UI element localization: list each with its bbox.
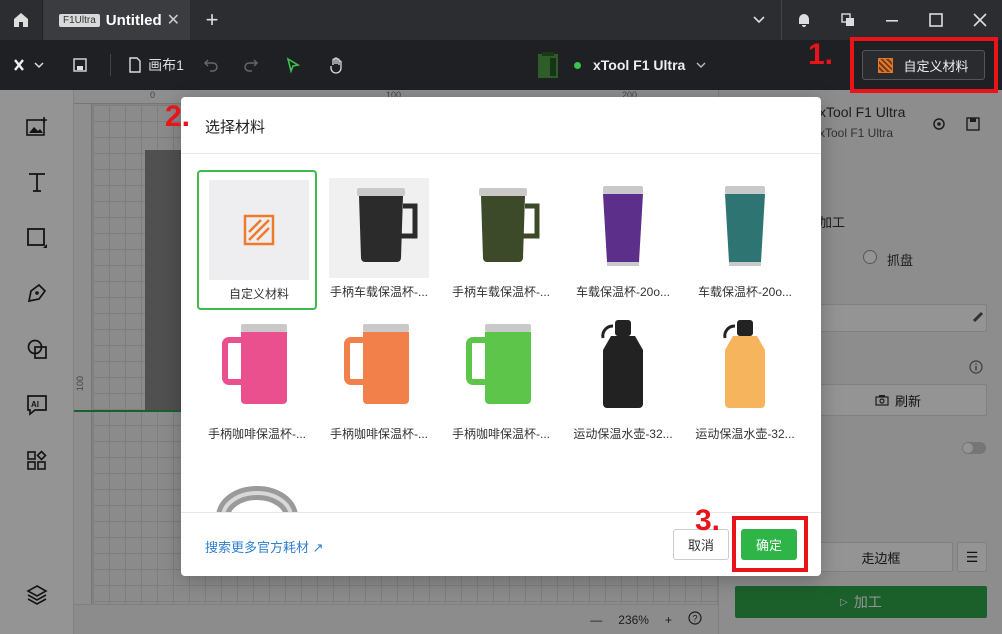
- device-name: xTool F1 Ultra: [593, 57, 686, 73]
- bell-icon[interactable]: [782, 0, 826, 40]
- material-label: 自定义材料: [228, 287, 289, 301]
- xtool-menu-button[interactable]: [0, 40, 60, 90]
- coffee-thumbnail: [329, 320, 429, 420]
- coffee-thumbnail: [207, 320, 307, 420]
- chevron-down-icon: [696, 62, 706, 68]
- material-grid: 自定义材料 手柄车载保温杯-... 手柄车载保温杯-... 车载保温杯-20o... 车…: [197, 170, 811, 512]
- more-materials-label: 搜索更多官方耗材: [205, 540, 310, 555]
- windows-icon[interactable]: [826, 0, 870, 40]
- maximize-icon[interactable]: [914, 0, 958, 40]
- mug-thumbnail: [451, 178, 551, 278]
- material-card[interactable]: 车载保温杯-20o...: [685, 170, 805, 310]
- material-label: 手柄咖啡保温杯-...: [452, 427, 550, 441]
- canvas-selector[interactable]: 画布1: [121, 40, 191, 90]
- material-card[interactable]: [197, 454, 317, 512]
- annotation-box-1: [850, 37, 998, 93]
- document-icon: [129, 57, 141, 73]
- material-card[interactable]: 手柄车载保温杯-...: [441, 170, 561, 310]
- bottle-thumbnail: [695, 320, 795, 420]
- more-materials-link[interactable]: 搜索更多官方耗材 ↗: [205, 537, 324, 556]
- tab-title: Untitled: [105, 11, 162, 29]
- canvas-name: 画布1: [148, 57, 184, 73]
- material-label: 手柄咖啡保温杯-...: [208, 427, 306, 441]
- material-label: 手柄车载保温杯-...: [330, 285, 428, 299]
- tumbler-thumbnail: [695, 178, 795, 278]
- divider: [181, 153, 821, 154]
- bottle-thumbnail: [573, 320, 673, 420]
- material-card[interactable]: 车载保温杯-20o...: [563, 170, 683, 310]
- home-icon[interactable]: [0, 0, 42, 40]
- dialog-title: 选择材料: [205, 119, 266, 136]
- annotation-number-1: 1.: [808, 38, 834, 71]
- material-label: 车载保温杯-20o...: [697, 285, 793, 299]
- material-card[interactable]: 运动保温水壶-32...: [563, 312, 683, 452]
- annotation-number-3: 3.: [695, 504, 721, 537]
- coffee-thumbnail: [451, 320, 551, 420]
- minimize-icon[interactable]: [870, 0, 914, 40]
- material-card[interactable]: 手柄咖啡保温杯-...: [441, 312, 561, 452]
- document-tab[interactable]: F1Ultra Untitled ✕: [42, 0, 190, 40]
- save-icon[interactable]: [60, 40, 100, 90]
- material-label: 手柄车载保温杯-...: [452, 285, 550, 299]
- device-selector[interactable]: xTool F1 Ultra: [536, 40, 707, 90]
- material-label: 手柄咖啡保温杯-...: [330, 427, 428, 441]
- tab-close-icon[interactable]: ✕: [167, 10, 180, 30]
- material-card[interactable]: 手柄咖啡保温杯-...: [319, 312, 439, 452]
- device-image-icon: [538, 52, 558, 78]
- material-card[interactable]: 手柄咖啡保温杯-...: [197, 312, 317, 452]
- material-label: 车载保温杯-20o...: [575, 285, 671, 299]
- tab-device-badge: F1Ultra: [59, 13, 100, 27]
- undo-icon[interactable]: [191, 40, 231, 90]
- divider: [110, 54, 111, 76]
- material-card[interactable]: 手柄车载保温杯-...: [319, 170, 439, 310]
- tumbler-thumbnail: [573, 178, 673, 278]
- hand-tool-icon[interactable]: [315, 40, 359, 90]
- close-window-icon[interactable]: [958, 0, 1002, 40]
- title-bar: F1Ultra Untitled ✕ +: [0, 0, 1002, 40]
- xtool-logo-icon: [14, 59, 44, 71]
- mug-thumbnail: [329, 178, 429, 278]
- annotation-number-2: 2.: [165, 100, 191, 133]
- material-label: 运动保温水壶-32...: [695, 427, 795, 441]
- add-tab-icon[interactable]: +: [190, 0, 234, 40]
- external-link-icon: ↗: [312, 540, 324, 555]
- select-tool-icon[interactable]: [271, 40, 315, 90]
- redo-icon[interactable]: [231, 40, 271, 90]
- connection-status-dot: [574, 61, 581, 69]
- custom-thumbnail: [209, 180, 309, 280]
- material-label: 运动保温水壶-32...: [573, 427, 673, 441]
- select-material-dialog: 选择材料 自定义材料 手柄车载保温杯-... 手柄车载保温杯-... 车载保温杯-20…: [181, 97, 821, 576]
- ring-thumbnail: [207, 462, 307, 512]
- divider: [181, 512, 821, 513]
- annotation-box-3: [732, 516, 808, 572]
- material-card[interactable]: 自定义材料: [197, 170, 317, 310]
- material-card[interactable]: 运动保温水壶-32...: [685, 312, 805, 452]
- chevron-down-icon[interactable]: [737, 0, 781, 40]
